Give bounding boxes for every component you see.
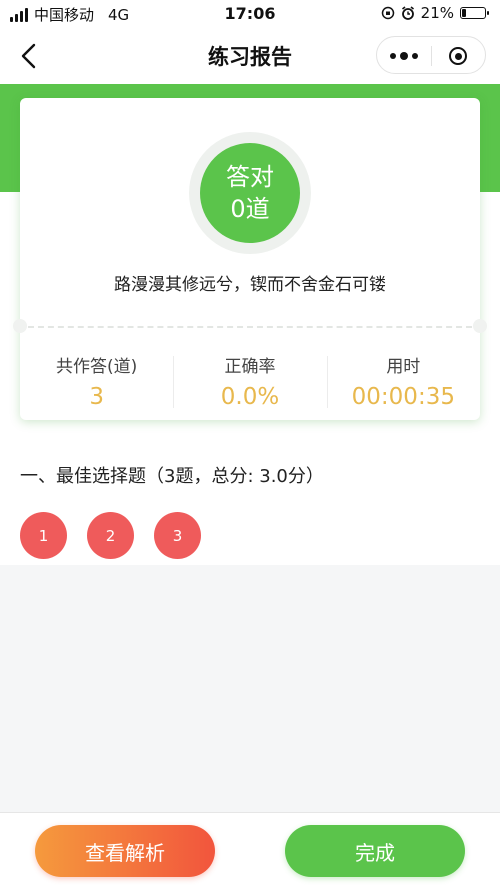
- footer-bar: 查看解析 完成: [0, 812, 500, 889]
- stat-label: 正确率: [224, 357, 276, 377]
- motto-text: 路漫漫其修远兮，锲而不舍金石可镂: [114, 275, 386, 295]
- more-button[interactable]: [377, 37, 431, 75]
- status-right: 21%: [381, 4, 489, 22]
- more-dot-icon: [412, 53, 418, 59]
- nav-bar: 练习报告: [0, 28, 500, 84]
- practice-report-page: 中国移动 4G 17:06 21% 练习报告 答对 0道 路漫漫其修远兮，锲而不…: [0, 0, 500, 889]
- more-dot-icon: [400, 52, 408, 60]
- stat-value: 00:00:35: [351, 384, 455, 410]
- stat-time: 用时 00:00:35: [326, 352, 480, 410]
- section-title: 一、最佳选择题（3题，总分: 3.0分）: [20, 466, 324, 487]
- stats-row: 共作答(道) 3 正确率 0.0% 用时 00:00:35: [20, 352, 480, 410]
- battery-percent: 21%: [420, 4, 454, 22]
- stat-label: 用时: [386, 357, 421, 377]
- done-button[interactable]: 完成: [285, 825, 465, 877]
- result-card: 答对 0道 路漫漫其修远兮，锲而不舍金石可镂 共作答(道) 3 正确率 0.0%…: [13, 98, 487, 420]
- target-icon: [449, 47, 467, 65]
- close-mini-program-button[interactable]: [431, 37, 485, 75]
- card-notch-left: [13, 319, 27, 333]
- question-list: 1 2 3: [20, 512, 201, 559]
- alarm-icon: [401, 6, 414, 20]
- stat-answered: 共作答(道) 3: [20, 352, 173, 410]
- stat-accuracy: 正确率 0.0%: [173, 352, 326, 410]
- card-notch-right: [473, 319, 487, 333]
- stat-label: 共作答(道): [56, 357, 138, 377]
- correct-count: 0道: [230, 195, 270, 223]
- rotation-lock-icon: [381, 6, 394, 20]
- score-circle-ring: 答对 0道: [189, 132, 311, 254]
- more-dot-icon: [390, 53, 396, 59]
- status-bar: 中国移动 4G 17:06 21%: [0, 0, 500, 28]
- correct-label: 答对: [226, 163, 274, 191]
- question-button[interactable]: 1: [20, 512, 67, 559]
- question-button[interactable]: 2: [87, 512, 134, 559]
- question-button[interactable]: 3: [154, 512, 201, 559]
- dashed-divider: [28, 326, 472, 328]
- stat-value: 0.0%: [220, 384, 280, 410]
- score-circle: 答对 0道: [200, 143, 300, 243]
- stat-value: 3: [89, 384, 104, 410]
- mini-program-capsule: [376, 36, 486, 74]
- battery-icon: [460, 7, 489, 19]
- view-analysis-button[interactable]: 查看解析: [35, 825, 215, 877]
- battery-fill: [462, 9, 466, 17]
